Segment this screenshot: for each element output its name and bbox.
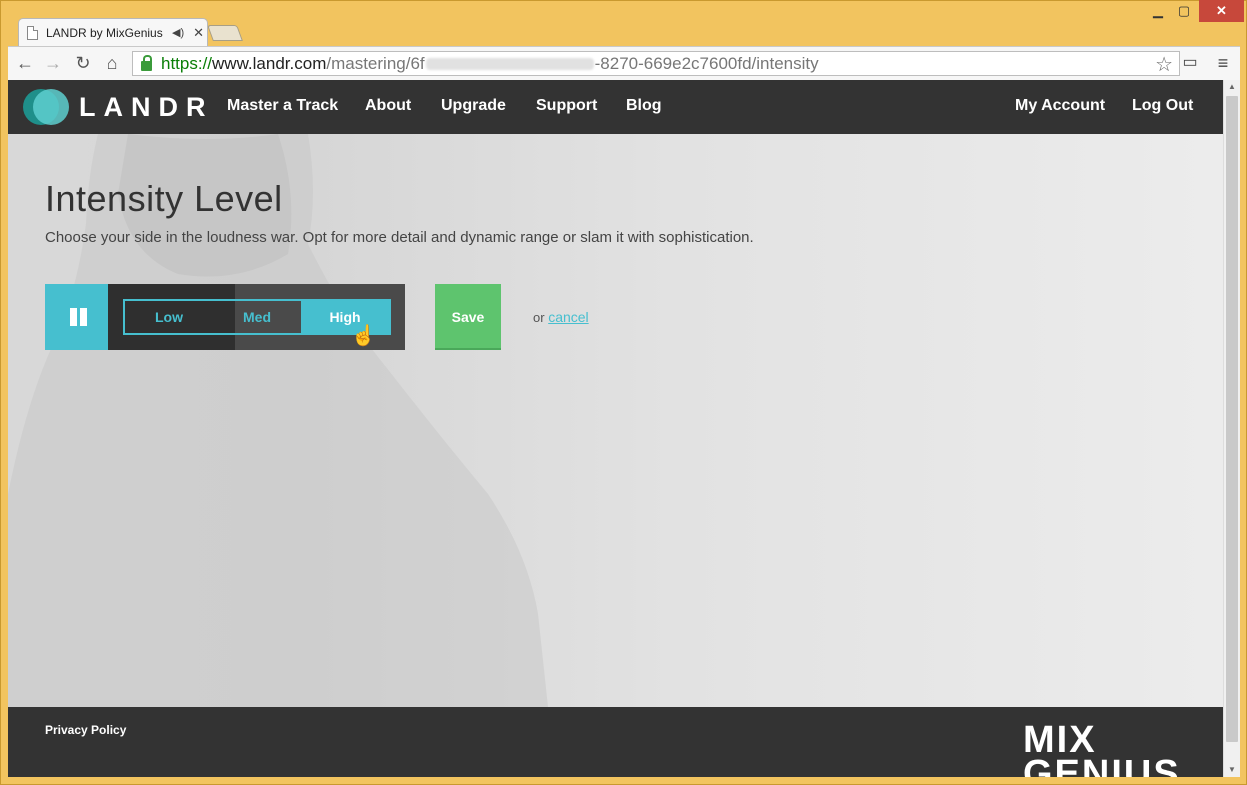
nav-my-account[interactable]: My Account <box>1015 80 1105 134</box>
page-viewport: LANDR Master a Track About Upgrade Suppo… <box>8 80 1223 777</box>
privacy-policy-link[interactable]: Privacy Policy <box>45 723 126 737</box>
logo-text: LANDR <box>79 91 214 122</box>
new-tab-button[interactable] <box>207 25 243 41</box>
extension-icon[interactable]: ▭ <box>1179 52 1201 74</box>
cancel-link[interactable]: cancel <box>548 309 588 325</box>
address-bar[interactable]: https:// www.landr.com /mastering/6f -82… <box>132 51 1180 76</box>
scroll-down-icon[interactable]: ▼ <box>1224 763 1240 777</box>
brand-line-2: GENIUS <box>1023 753 1181 777</box>
browser-tab[interactable]: LANDR by MixGenius ◀) ✕ <box>18 18 208 46</box>
close-tab-icon[interactable]: ✕ <box>193 25 204 41</box>
hero-section: Intensity Level Choose your side in the … <box>8 134 1223 707</box>
hand-cursor-icon: ☝ <box>351 325 376 347</box>
brand-line-1: MIX <box>1023 719 1097 761</box>
vertical-scrollbar[interactable]: ▲ ▼ <box>1223 80 1240 777</box>
mixgenius-logo: MIX GENIUS <box>1023 719 1181 777</box>
page-subtitle: Choose your side in the loudness war. Op… <box>45 229 754 246</box>
nav-log-out[interactable]: Log Out <box>1132 80 1193 134</box>
scroll-up-icon[interactable]: ▲ <box>1224 80 1240 94</box>
lock-icon <box>141 54 152 71</box>
forward-arrow-icon[interactable]: → <box>42 52 64 74</box>
scroll-thumb[interactable] <box>1226 96 1238 742</box>
page-icon <box>27 25 38 40</box>
reload-icon[interactable]: ↻ <box>72 52 94 74</box>
url-scheme: https:// <box>161 53 213 73</box>
nav-support[interactable]: Support <box>536 80 597 134</box>
bookmark-star-icon[interactable]: ☆ <box>1155 52 1173 77</box>
blurred-url-segment <box>425 57 594 70</box>
logo-mark-icon <box>23 89 69 125</box>
home-icon[interactable]: ⌂ <box>101 52 123 74</box>
audio-playing-icon: ◀) <box>172 27 185 39</box>
save-button[interactable]: Save <box>435 284 501 350</box>
url-host: www.landr.com <box>212 53 327 73</box>
or-label: or <box>533 310 545 325</box>
intensity-option-low[interactable]: Low <box>125 301 213 333</box>
browser-toolbar: ← → ↻ ⌂ https:// www.landr.com /masterin… <box>8 46 1240 80</box>
site-header: LANDR Master a Track About Upgrade Suppo… <box>8 80 1223 134</box>
page-title: Intensity Level <box>45 178 283 219</box>
intensity-option-med[interactable]: Med <box>213 301 301 333</box>
back-arrow-icon[interactable]: ← <box>14 52 36 74</box>
close-window-button[interactable]: ✕ <box>1199 0 1244 22</box>
nav-blog[interactable]: Blog <box>626 80 662 134</box>
url-path-start: /mastering/6f <box>326 53 425 73</box>
tab-title: LANDR by MixGenius <box>46 25 163 40</box>
landr-logo[interactable]: LANDR <box>23 88 214 126</box>
or-cancel: or cancel <box>533 309 589 325</box>
nav-about[interactable]: About <box>365 80 411 134</box>
nav-master-a-track[interactable]: Master a Track <box>227 80 338 134</box>
url-path-end: -8270-669e2c7600fd/intensity <box>594 53 819 73</box>
minimize-button[interactable]: ▁ <box>1145 0 1171 22</box>
maximize-button[interactable]: ▢ <box>1171 0 1197 22</box>
menu-icon[interactable]: ≡ <box>1212 52 1234 74</box>
site-footer: Privacy Policy MIX GENIUS <box>8 707 1223 777</box>
pause-button[interactable] <box>45 284 108 350</box>
nav-upgrade[interactable]: Upgrade <box>441 80 506 134</box>
pause-icon <box>70 308 77 326</box>
